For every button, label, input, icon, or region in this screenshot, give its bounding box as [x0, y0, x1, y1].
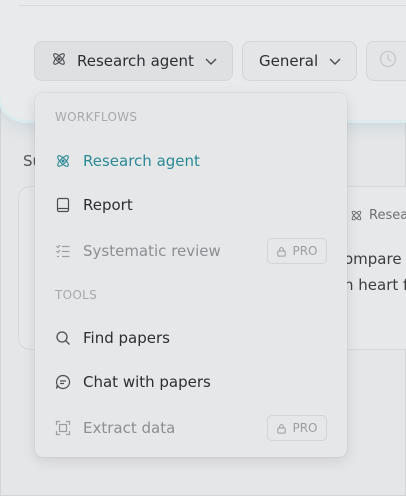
atom-icon [55, 153, 71, 169]
result-card-tag: Resea [350, 208, 406, 223]
menu-item-label: Find papers [83, 329, 170, 347]
scan-icon [55, 420, 71, 436]
chevron-down-icon [328, 54, 342, 72]
menu-item-research-agent[interactable]: Research agent [35, 141, 347, 181]
pro-badge-label: PRO [292, 421, 318, 435]
agent-selector[interactable]: Research agent [34, 41, 233, 81]
section-title-tools: TOOLS [55, 288, 98, 302]
menu-item-label: Report [83, 196, 133, 214]
book-icon [55, 197, 71, 213]
menu-item-label: Extract data [83, 419, 176, 437]
atom-icon [351, 210, 362, 221]
chevron-down-icon [204, 54, 218, 72]
result-card-text: ompare [344, 250, 402, 268]
time-filter-button[interactable] [366, 41, 406, 81]
pro-badge: PRO [267, 238, 327, 264]
menu-item-chat-with-papers[interactable]: Chat with papers [35, 362, 347, 402]
menu-item-label: Systematic review [83, 242, 221, 260]
result-card-text: n heart fa [344, 276, 406, 294]
checklist-icon [55, 243, 71, 259]
lock-icon [277, 246, 287, 257]
lock-icon [277, 423, 287, 434]
menu-item-find-papers[interactable]: Find papers [35, 318, 347, 358]
pro-badge-label: PRO [292, 244, 318, 258]
menu-item-label: Chat with papers [83, 373, 211, 391]
menu-item-report[interactable]: Report [35, 185, 347, 225]
chat-icon [55, 374, 71, 390]
menu-item-systematic-review[interactable]: Systematic review PRO [35, 231, 347, 271]
section-title-workflows: WORKFLOWS [55, 110, 138, 124]
agent-dropdown-menu: WORKFLOWS Research agent Report Systemat… [35, 93, 347, 457]
mode-selector[interactable]: General [242, 41, 357, 81]
mode-selector-label: General [259, 52, 319, 70]
atom-icon [51, 51, 67, 71]
agent-selector-label: Research agent [77, 52, 194, 70]
menu-item-label: Research agent [83, 152, 200, 170]
menu-item-extract-data[interactable]: Extract data PRO [35, 408, 347, 448]
search-icon [55, 330, 71, 346]
result-card-tag-label: Resea [369, 208, 406, 223]
pro-badge: PRO [267, 415, 327, 441]
divider [18, 5, 406, 6]
clock-icon [379, 50, 397, 72]
